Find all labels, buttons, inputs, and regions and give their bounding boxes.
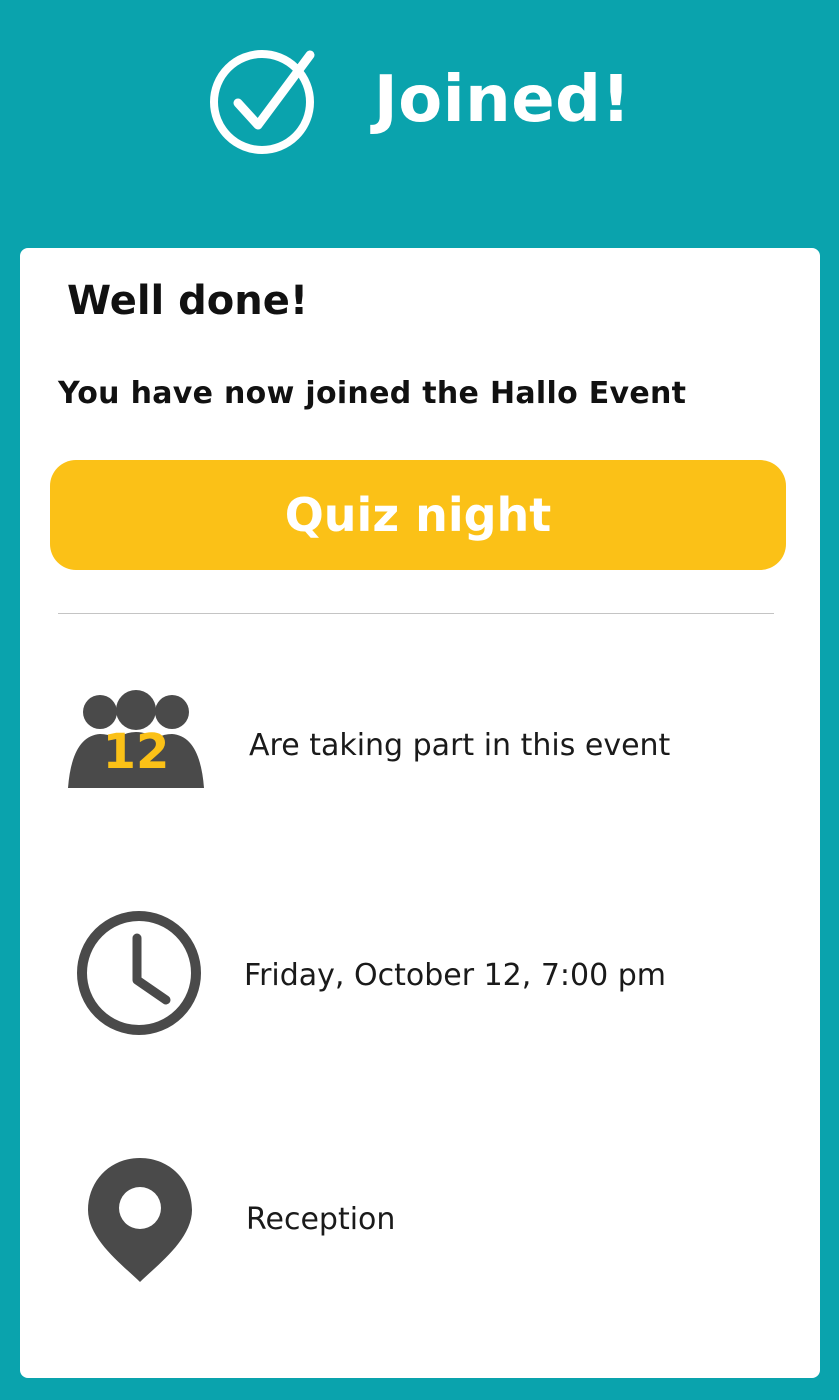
- event-datetime: Friday, October 12, 7:00 pm: [244, 958, 667, 993]
- participants-text: Are taking part in this event: [249, 728, 671, 763]
- people-group-icon: 12: [66, 688, 206, 796]
- page-title: Joined!: [373, 63, 632, 137]
- event-location: Reception: [246, 1202, 396, 1237]
- header-bar: Joined!: [0, 0, 839, 240]
- greeting-heading: Well done!: [67, 278, 309, 324]
- confirmation-card: Well done! You have now joined the Hallo…: [20, 248, 820, 1378]
- joined-message: You have now joined the Hallo Event: [58, 376, 687, 411]
- check-circle-icon: [208, 45, 318, 155]
- clock-icon: [74, 908, 204, 1042]
- participant-count: 12: [103, 724, 170, 780]
- location-pin-icon: [86, 1156, 194, 1288]
- event-name-button[interactable]: Quiz night: [50, 460, 786, 570]
- divider: [58, 613, 774, 614]
